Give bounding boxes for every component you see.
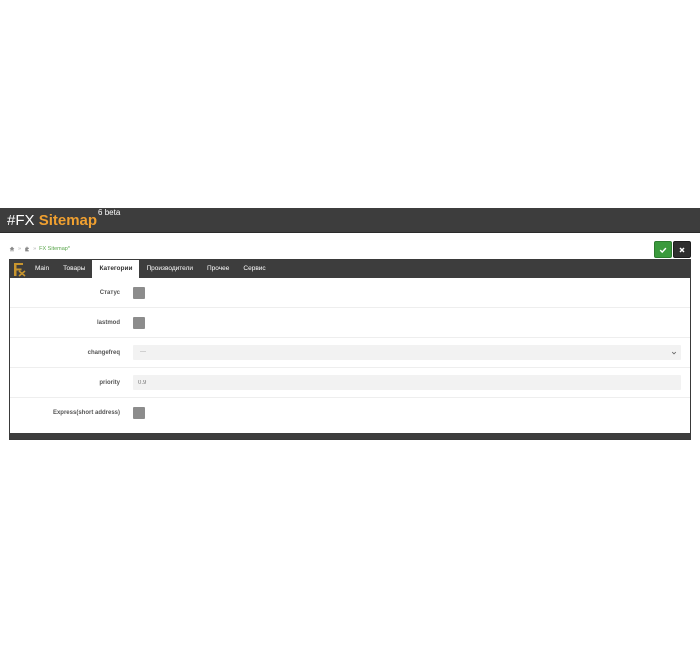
close-icon <box>679 246 685 253</box>
panel-footer <box>10 433 690 439</box>
tab-categories[interactable]: Категории <box>92 260 140 278</box>
settings-panel: Main Товары Категории Производители Проч… <box>9 259 691 440</box>
categories-form: Статус lastmod changefreq --- priority E… <box>10 278 690 428</box>
lastmod-label: lastmod <box>96 319 120 326</box>
brand-prefix: #FX <box>7 212 39 229</box>
form-row-express: Express(short address) <box>10 398 690 428</box>
save-button[interactable] <box>654 241 672 258</box>
changefreq-label: changefreq <box>87 349 120 356</box>
breadcrumb: » » FX Sitemap* <box>9 244 70 254</box>
tab-main[interactable]: Main <box>28 260 56 278</box>
version-label: 6 beta <box>98 208 121 217</box>
tab-products[interactable]: Товары <box>56 260 92 278</box>
form-row-status: Статус <box>10 278 690 308</box>
page: #FX Sitemap 6 beta » » FX Sitemap* Main … <box>0 0 700 650</box>
breadcrumb-separator: » <box>33 246 37 252</box>
chevron-down-icon <box>671 351 677 355</box>
check-icon <box>659 247 667 253</box>
changefreq-value: --- <box>140 349 146 355</box>
tab-manufacturers[interactable]: Производители <box>139 260 200 278</box>
priority-input[interactable] <box>133 375 681 390</box>
home-icon[interactable] <box>9 246 15 252</box>
puzzle-icon[interactable] <box>24 246 30 252</box>
top-header: #FX Sitemap 6 beta <box>0 208 700 233</box>
fx-logo-mark <box>12 261 26 277</box>
express-checkbox[interactable] <box>133 407 145 419</box>
breadcrumb-separator: » <box>18 246 22 252</box>
brand-logo[interactable]: #FX Sitemap 6 beta <box>7 208 120 231</box>
tab-service[interactable]: Сервис <box>236 260 272 278</box>
express-label: Express(short address) <box>52 410 120 416</box>
brand-name: Sitemap <box>38 212 98 229</box>
form-row-lastmod: lastmod <box>10 308 690 338</box>
tab-other[interactable]: Прочее <box>200 260 236 278</box>
priority-label: priority <box>99 379 120 386</box>
breadcrumb-current[interactable]: FX Sitemap* <box>39 244 70 254</box>
close-button[interactable] <box>673 241 691 258</box>
changefreq-select[interactable]: --- <box>133 345 681 360</box>
form-row-changefreq: changefreq --- <box>10 338 690 368</box>
form-row-priority: priority <box>10 368 690 398</box>
status-label: Статус <box>99 289 120 296</box>
lastmod-checkbox[interactable] <box>133 316 145 329</box>
status-checkbox[interactable] <box>133 286 145 299</box>
fx-logo-icon <box>10 260 28 278</box>
tab-bar: Main Товары Категории Производители Проч… <box>10 260 690 278</box>
